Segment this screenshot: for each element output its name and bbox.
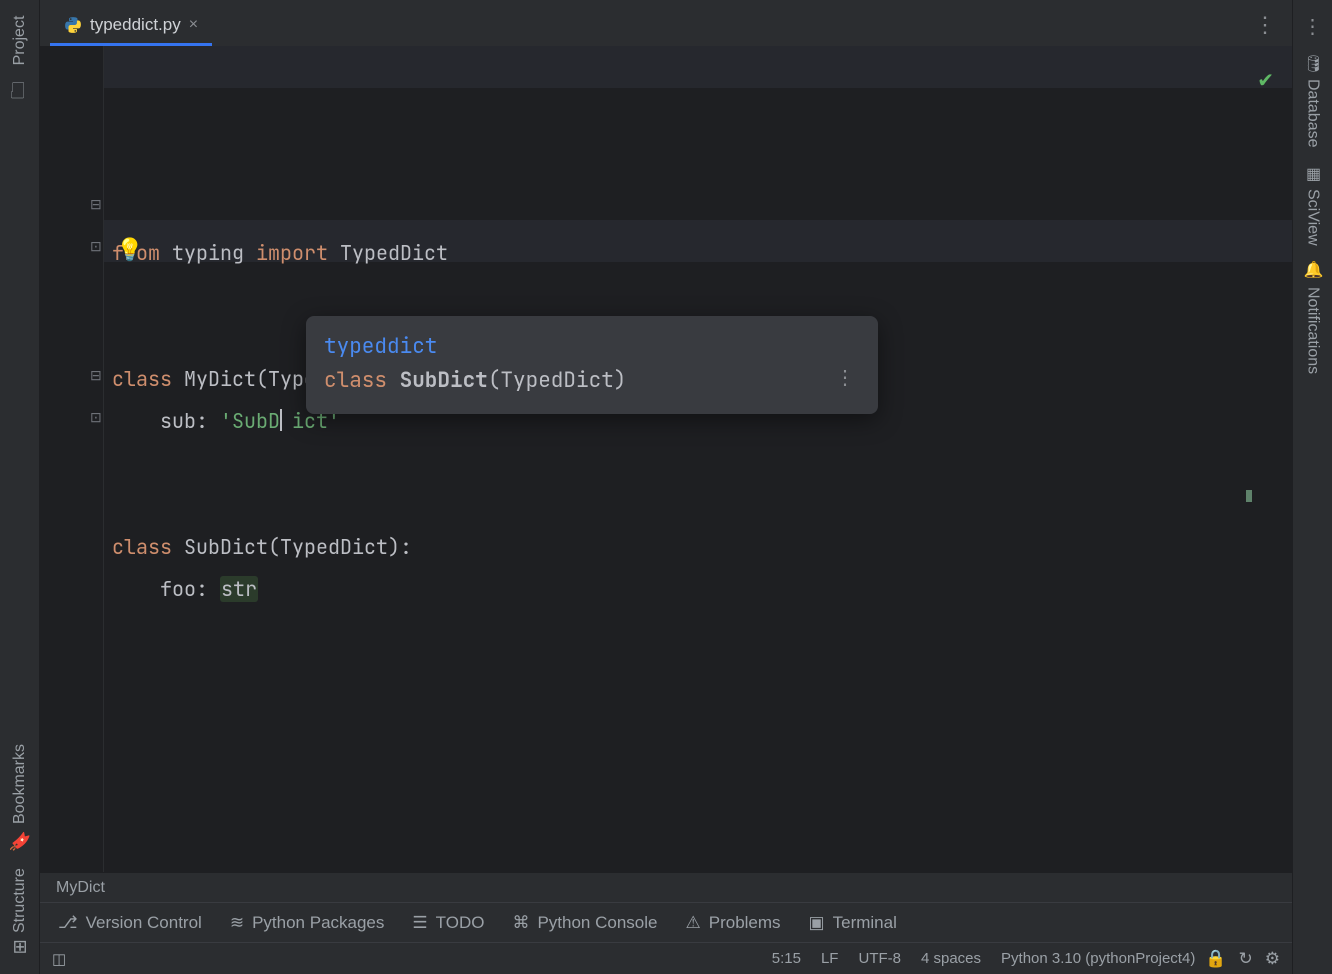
warning-icon: ⚠: [685, 913, 700, 933]
sciview-label: SciView: [1304, 189, 1322, 246]
right-toolbar: ⋮ 🛢 Database ▦ SciView 🔔 Notifications: [1292, 0, 1332, 974]
code-token: typing: [172, 240, 256, 266]
grid-icon: ▦: [1303, 164, 1322, 183]
quick-documentation-popup: typeddict class SubDict(TypedDict) ⋮: [306, 316, 878, 414]
close-icon[interactable]: ×: [189, 16, 198, 34]
indent[interactable]: 4 spaces: [911, 950, 991, 967]
python-icon: ⌘: [512, 913, 529, 933]
tool-label: Python Console: [537, 913, 657, 933]
code-token: 'SubD: [220, 408, 280, 434]
bookmarks-label: Bookmarks: [11, 744, 29, 824]
sidebar-item-database[interactable]: 🛢 Database: [1303, 45, 1322, 156]
fold-end-icon[interactable]: ⊡: [90, 238, 102, 255]
project-icon: 🗀: [4, 72, 35, 102]
code-token: class: [112, 366, 184, 392]
structure-label: Structure: [11, 868, 29, 933]
editor[interactable]: ⊟ ⊡ ⊟ ⊡ 💡 ✔ from typing import TypedDict…: [40, 46, 1292, 872]
right-toolbar-more-icon[interactable]: ⋮: [1297, 8, 1329, 45]
tool-windows-icon[interactable]: ◫: [52, 950, 72, 968]
doc-text: SubDict: [400, 367, 488, 394]
code-area[interactable]: from typing import TypedDict class MyDic…: [104, 46, 1292, 872]
left-toolbar: 🗀 Project 🔖 Bookmarks ⊞ Structure: [0, 0, 40, 974]
vcs-tool-button[interactable]: ⎇ Version Control: [58, 913, 202, 933]
bell-icon: 🔔: [1303, 261, 1322, 281]
tool-label: Python Packages: [252, 913, 384, 933]
database-icon: 🛢: [1303, 53, 1322, 73]
code-token: foo:: [112, 576, 220, 602]
tab-bar: typeddict.py × ⋮: [40, 0, 1292, 46]
gutter: ⊟ ⊡ ⊟ ⊡: [40, 46, 104, 872]
status-bar: ◫ 5:15 LF UTF-8 4 spaces Python 3.10 (py…: [40, 942, 1292, 974]
tab-filename: typeddict.py: [90, 15, 181, 35]
structure-icon: ⊞: [12, 935, 27, 957]
doc-module-link[interactable]: typeddict: [324, 333, 437, 360]
tool-label: TODO: [436, 913, 485, 933]
fold-icon[interactable]: ⊟: [90, 367, 102, 384]
tool-window-bar: ⎇Version Control ≋Python Packages ☰TODO …: [40, 902, 1292, 942]
doc-text: (TypedDict): [488, 367, 627, 394]
settings-icon[interactable]: ⚙: [1265, 949, 1280, 969]
sidebar-item-project[interactable]: 🗀 Project: [5, 8, 35, 110]
inspection-ok-icon[interactable]: ✔: [1257, 68, 1274, 93]
todo-tool-button[interactable]: ☰ TODO: [412, 913, 484, 933]
console-tool-button[interactable]: ⌘ Python Console: [512, 913, 657, 933]
sync-icon[interactable]: ↻: [1239, 949, 1253, 969]
breadcrumb-item[interactable]: MyDict: [56, 879, 105, 897]
code-token: str: [220, 576, 258, 602]
branch-icon: ⎇: [58, 913, 78, 933]
doc-text: class: [324, 367, 400, 394]
code-token: TypedDict: [340, 240, 448, 266]
breadcrumb[interactable]: MyDict: [40, 872, 1292, 902]
tool-label: Terminal: [833, 913, 897, 933]
lightbulb-icon[interactable]: 💡: [116, 236, 144, 264]
tab-file[interactable]: typeddict.py ×: [50, 5, 212, 46]
line-ending[interactable]: LF: [811, 950, 849, 967]
doc-more-icon[interactable]: ⋮: [831, 356, 860, 398]
code-token: import: [256, 240, 340, 266]
code-token: MyDict: [184, 366, 256, 392]
notifications-label: Notifications: [1304, 287, 1322, 374]
tool-label: Problems: [709, 913, 781, 933]
terminal-icon: ▣: [809, 913, 825, 933]
problems-tool-button[interactable]: ⚠ Problems: [685, 913, 780, 933]
interpreter[interactable]: Python 3.10 (pythonProject4): [991, 950, 1205, 967]
sidebar-item-sciview[interactable]: ▦ SciView: [1303, 156, 1322, 254]
caret-position[interactable]: 5:15: [762, 950, 811, 967]
editor-more-icon[interactable]: ⋮: [1254, 12, 1292, 46]
bookmark-icon: 🔖: [9, 830, 31, 852]
layers-icon: ≋: [230, 913, 244, 933]
code-token: SubDict: [184, 534, 268, 560]
text-caret: [280, 409, 292, 431]
code-token: sub:: [112, 408, 220, 434]
fold-end-icon[interactable]: ⊡: [90, 409, 102, 426]
packages-tool-button[interactable]: ≋ Python Packages: [230, 913, 385, 933]
lock-icon[interactable]: 🔒: [1205, 949, 1226, 969]
database-label: Database: [1304, 79, 1322, 148]
sidebar-item-notifications[interactable]: 🔔 Notifications: [1303, 253, 1322, 382]
fold-icon[interactable]: ⊟: [90, 196, 102, 213]
code-token: class: [112, 534, 184, 560]
sidebar-item-structure[interactable]: ⊞ Structure: [9, 860, 31, 962]
project-label: Project: [11, 16, 29, 66]
python-file-icon: [64, 16, 82, 34]
terminal-tool-button[interactable]: ▣ Terminal: [809, 913, 897, 933]
list-icon: ☰: [412, 913, 427, 933]
encoding[interactable]: UTF-8: [848, 950, 911, 967]
code-token: (TypedDict):: [268, 534, 412, 560]
sidebar-item-bookmarks[interactable]: 🔖 Bookmarks: [9, 736, 31, 860]
tool-label: Version Control: [86, 913, 202, 933]
